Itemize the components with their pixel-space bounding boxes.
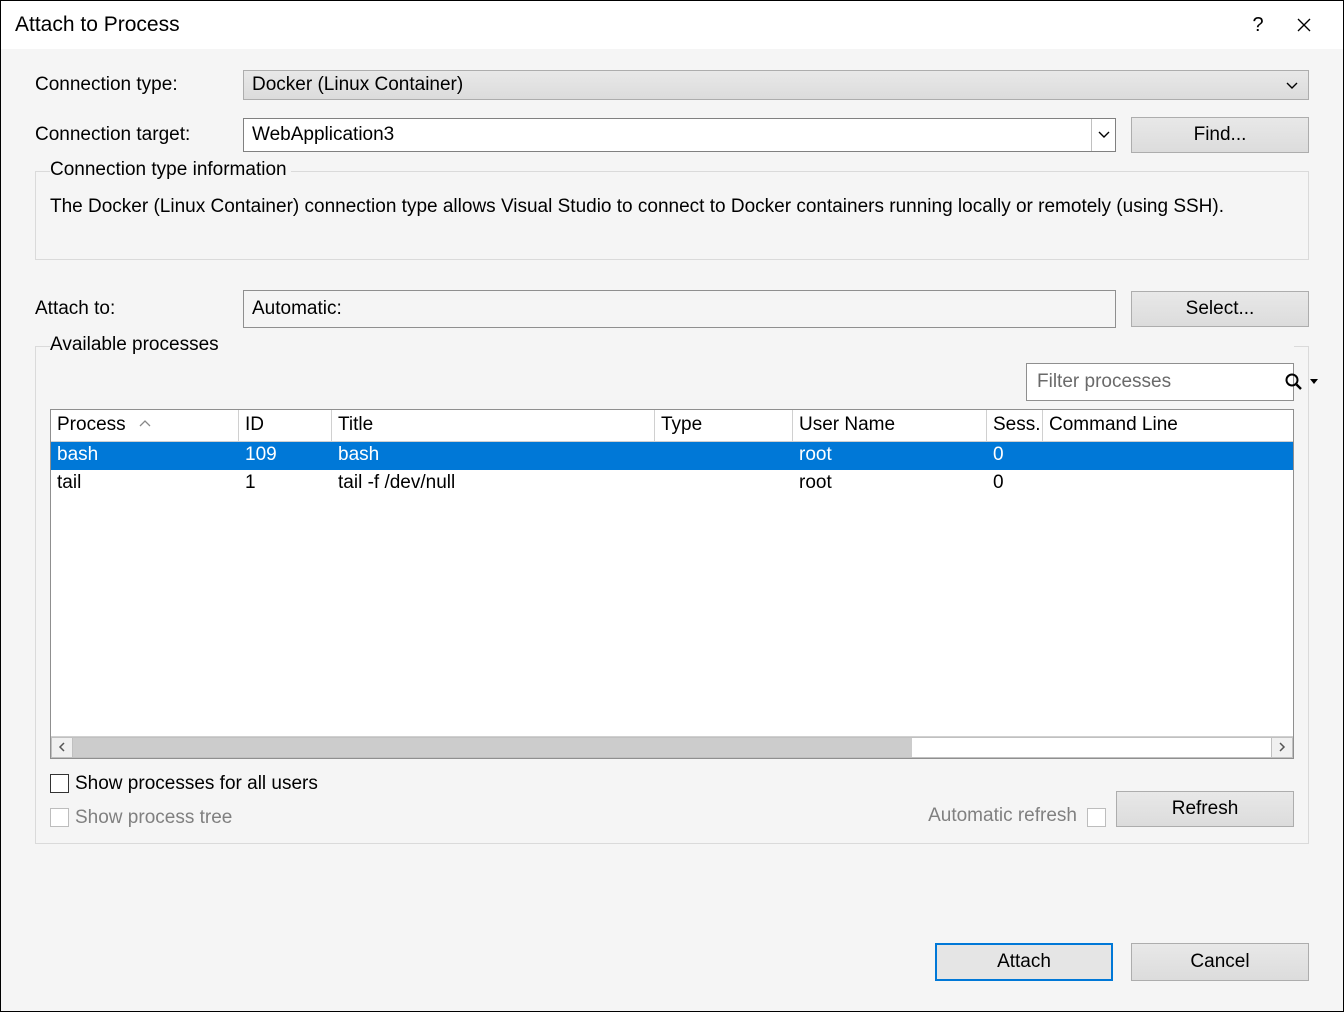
connection-info-text: The Docker (Linux Container) connection … <box>50 194 1294 221</box>
scrollbar-track[interactable] <box>73 737 1271 758</box>
attach-button[interactable]: Attach <box>935 943 1113 981</box>
close-button[interactable] <box>1279 4 1329 46</box>
find-button-label: Find... <box>1194 124 1247 146</box>
titlebar: Attach to Process ? <box>1 1 1343 49</box>
scroll-left-button[interactable] <box>51 737 73 758</box>
connection-type-dropdown[interactable]: Docker (Linux Container) <box>243 70 1309 100</box>
search-icon[interactable] <box>1284 372 1318 392</box>
column-header-command-line[interactable]: Command Line <box>1043 410 1293 441</box>
column-header-id[interactable]: ID <box>239 410 332 441</box>
horizontal-scrollbar[interactable] <box>51 736 1293 758</box>
find-button[interactable]: Find... <box>1131 117 1309 153</box>
process-table: Process ID Title Type User Name Sess... … <box>50 409 1294 759</box>
dialog-content: Connection type: Docker (Linux Container… <box>1 49 1343 915</box>
attach-button-label: Attach <box>997 951 1051 973</box>
column-header-process[interactable]: Process <box>51 410 239 441</box>
connection-type-label: Connection type: <box>35 74 243 96</box>
show-all-users-checkbox[interactable] <box>50 774 69 793</box>
filter-processes-text[interactable] <box>1035 370 1284 394</box>
connection-info-title: Connection type information <box>50 159 291 181</box>
sort-ascending-icon <box>139 411 151 433</box>
scrollbar-thumb[interactable] <box>73 738 912 757</box>
select-button-label: Select... <box>1186 298 1255 320</box>
help-button[interactable]: ? <box>1237 4 1279 46</box>
close-icon <box>1297 18 1311 32</box>
table-row[interactable]: tail1tail -f /dev/nullroot0 <box>51 470 1293 498</box>
chevron-down-icon <box>1310 378 1318 386</box>
column-header-title[interactable]: Title <box>332 410 655 441</box>
attach-to-value: Automatic: <box>243 290 1116 328</box>
cancel-button[interactable]: Cancel <box>1131 943 1309 981</box>
show-process-tree-checkbox <box>50 808 69 827</box>
window-title: Attach to Process <box>15 13 1237 37</box>
automatic-refresh-checkbox[interactable] <box>1087 808 1106 827</box>
chevron-down-icon <box>1091 119 1115 151</box>
connection-type-value: Docker (Linux Container) <box>252 74 463 96</box>
attach-to-label: Attach to: <box>35 298 243 320</box>
available-processes-group: Available processes <box>35 346 1309 844</box>
select-button[interactable]: Select... <box>1131 291 1309 327</box>
attach-to-process-dialog: Attach to Process ? Connection type: Doc… <box>0 0 1344 1012</box>
show-all-users-label: Show processes for all users <box>75 773 318 795</box>
column-header-user[interactable]: User Name <box>793 410 987 441</box>
scroll-right-button[interactable] <box>1271 737 1293 758</box>
column-header-session[interactable]: Sess... <box>987 410 1043 441</box>
table-row[interactable]: bash109bashroot0 <box>51 442 1293 470</box>
refresh-button-label: Refresh <box>1172 798 1239 820</box>
available-processes-title: Available processes <box>50 334 1294 356</box>
refresh-button[interactable]: Refresh <box>1116 791 1294 827</box>
chevron-down-icon <box>1286 74 1298 96</box>
connection-target-value: WebApplication3 <box>252 124 394 146</box>
show-process-tree-label: Show process tree <box>75 807 232 829</box>
connection-target-combo[interactable]: WebApplication3 <box>243 118 1116 152</box>
filter-processes-input[interactable] <box>1026 363 1294 401</box>
dialog-button-row: Attach Cancel <box>1 915 1343 1011</box>
process-table-header[interactable]: Process ID Title Type User Name Sess... … <box>51 410 1293 442</box>
column-header-type[interactable]: Type <box>655 410 793 441</box>
cancel-button-label: Cancel <box>1190 951 1249 973</box>
automatic-refresh-label: Automatic refresh <box>928 805 1077 827</box>
connection-info-group: Connection type information The Docker (… <box>35 171 1309 260</box>
connection-target-label: Connection target: <box>35 124 243 146</box>
process-table-body[interactable]: bash109bashroot0tail1tail -f /dev/nullro… <box>51 442 1293 736</box>
